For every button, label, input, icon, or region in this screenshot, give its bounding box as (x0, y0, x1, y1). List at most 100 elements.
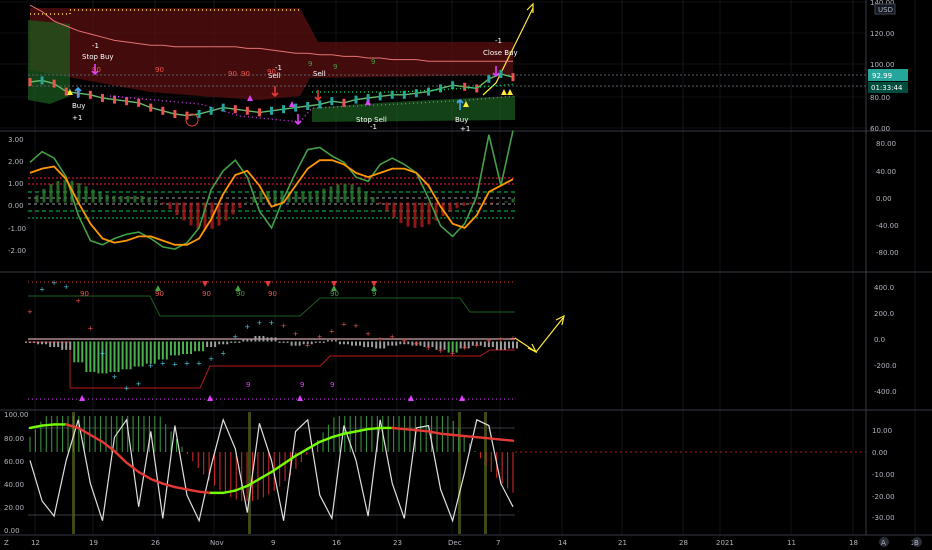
osc3-left-tick: 20.00 (4, 504, 24, 512)
price-candle (64, 87, 68, 96)
osc2-hist-bar (367, 341, 370, 348)
osc2-hist-bar (218, 341, 221, 345)
price-candle (426, 87, 430, 96)
price-signal-label: -1 (275, 64, 282, 72)
price-signal-label: 9 (333, 63, 337, 71)
osc2-dot: + (172, 361, 178, 369)
osc2-hist-bar (77, 341, 80, 363)
osc2-dot: + (365, 330, 371, 338)
osc2-hist-bar (181, 341, 184, 354)
price-signal-label: 9 (308, 60, 312, 68)
osc2-upper-channel (28, 295, 515, 317)
footer-icon-a[interactable]: A (881, 539, 886, 547)
osc2-dot: + (160, 359, 166, 367)
osc2-dot: + (293, 330, 299, 338)
price-dotted-green (312, 83, 516, 93)
price-candle (161, 106, 165, 115)
osc2-hist-bar (81, 341, 84, 363)
currency-label: USD (878, 6, 893, 14)
osc1-hist-bar (84, 186, 88, 203)
price-candle (137, 98, 141, 107)
osc2-dot: + (87, 325, 93, 333)
osc1-hist-bar (336, 184, 340, 203)
time-tick-label: 19 (89, 539, 98, 547)
osc1-hist-bar (245, 201, 249, 203)
osc1-hist-bar (413, 202, 417, 228)
osc2-hist-bar (153, 341, 156, 364)
osc1-right-tick: 80.00 (876, 140, 896, 148)
osc2-dot: + (269, 319, 275, 327)
osc1-hist-bar (448, 202, 452, 212)
osc2-hist-bar (177, 341, 180, 356)
osc2-hist-bar (194, 341, 197, 352)
osc2-triangle (79, 395, 85, 401)
osc1-hist-bar (175, 202, 179, 215)
osc2-hist-bar (282, 341, 285, 343)
osc1-hist-bar (301, 192, 305, 203)
osc1-hist-bar (364, 191, 368, 203)
osc2-signal-label: 9 (372, 290, 376, 298)
osc2-hist-bar (322, 341, 325, 343)
osc1-right-tick: 40.00 (876, 168, 896, 176)
osc2-hist-bar (109, 341, 112, 373)
osc2-hist-bar (266, 337, 269, 342)
osc2-hist-bar (185, 341, 188, 354)
price-green-cloud (28, 20, 70, 104)
osc3-highlight-2 (248, 412, 251, 534)
osc2-hist-bar (286, 341, 289, 343)
osc2-hist-bar (298, 341, 301, 346)
price-candle (52, 79, 56, 88)
osc2-hist-bar (141, 341, 144, 367)
osc2-hist-bar (41, 341, 44, 345)
osc1-hist-bar (196, 202, 200, 229)
price-signal-label: 90 (267, 68, 276, 76)
osc2-hist-bar (69, 341, 72, 350)
osc2-hist-bar (89, 341, 92, 373)
price-candle (221, 103, 225, 112)
price-signal-label: 90 (228, 70, 237, 78)
osc2-hist-bar (467, 341, 470, 349)
osc2-hist-bar (45, 341, 48, 345)
osc3-left-tick: 60.00 (4, 458, 24, 466)
osc2-triangle-down (371, 281, 377, 287)
osc2-hist-bar (258, 335, 261, 342)
osc2-hist-bar (503, 341, 506, 350)
osc2-triangle (297, 395, 303, 401)
osc2-tick: 400.0 (874, 284, 894, 292)
osc2-hist-bar (93, 341, 96, 373)
osc2-hist-bar (133, 341, 136, 367)
osc3-trend-segment (475, 436, 491, 440)
footer-icon-z[interactable]: Z (4, 539, 9, 547)
osc1-right-tick: 0.00 (876, 195, 892, 203)
osc1-hist-bar (98, 192, 102, 203)
osc2-dot: + (112, 373, 118, 381)
osc3-trend-segment (439, 432, 454, 437)
earnings-icon[interactable] (185, 113, 199, 127)
osc2-dot: + (413, 340, 419, 348)
osc2-triangle-down (202, 281, 208, 287)
price-signal-label: 9 (371, 58, 375, 66)
osc1-left-tick: -1.00 (8, 225, 26, 233)
osc2-hist-bar (65, 341, 68, 350)
osc1-hist-bar (392, 202, 396, 218)
osc2-hist-bar (222, 341, 225, 345)
osc2-hist-bar (326, 340, 329, 342)
time-tick-label: 2021 (716, 539, 734, 547)
price-candle (209, 106, 213, 115)
price-signal-label: -1 (370, 123, 377, 131)
price-signal-label: -1 (495, 37, 502, 45)
osc3-trend-segment (391, 426, 406, 431)
footer-icon-b[interactable]: B (914, 539, 919, 547)
osc2-hist-bar (145, 341, 148, 364)
price-candle (330, 97, 334, 106)
osc1-hist-bar (189, 202, 193, 226)
osc2-hist-bar (270, 337, 273, 342)
price-signal-label: Buy (72, 102, 85, 110)
osc2-signal-label: 90 (330, 290, 339, 298)
price-candle (475, 84, 479, 93)
osc2-hist-bar (73, 341, 76, 363)
osc2-hist-bar (330, 340, 333, 342)
osc2-triangle (459, 395, 465, 401)
time-tick-label: Dec (448, 539, 462, 547)
time-tick-label: 26 (151, 539, 160, 547)
